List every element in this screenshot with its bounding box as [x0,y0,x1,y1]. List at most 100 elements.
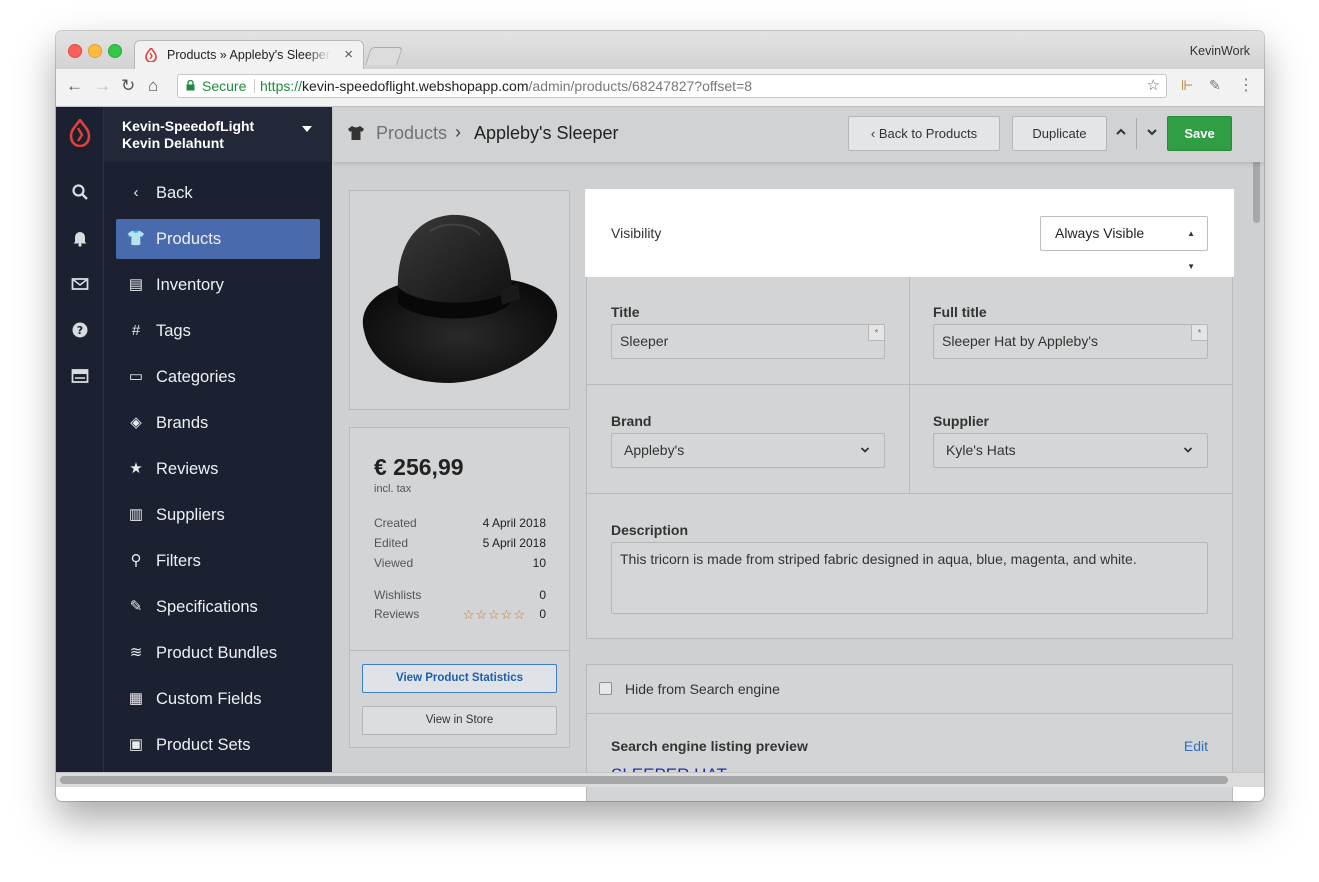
row-divider [587,384,1232,385]
sidebar-item-categories[interactable]: ▭ Categories [116,357,320,397]
url-path: /admin/products/68247827?offset=8 [528,78,753,94]
full-title-input[interactable]: Sleeper Hat by Appleby's * [933,324,1208,359]
help-icon[interactable]: ? [71,321,89,339]
browser-tab[interactable]: Products » Appleby's Sleeper × [134,40,364,69]
chevron-down-icon[interactable] [1146,124,1158,140]
sidebar-item-specifications[interactable]: ✎ Specifications [116,587,320,627]
select-arrows-icon: ▲ ▼ [1187,229,1195,271]
product-image-hat[interactable] [350,191,569,409]
reload-icon[interactable]: ↻ [121,76,135,96]
main-content: Products › Appleby's Sleeper ‹ Back to P… [333,107,1264,801]
required-marker: * [868,325,884,341]
store-switcher[interactable]: Kevin-SpeedofLight Kevin Delahunt [104,107,332,162]
mail-icon[interactable] [71,275,89,293]
horizontal-scrollbar[interactable] [56,772,1264,787]
sidebar-item-product-sets[interactable]: ▣ Product Sets [116,725,320,765]
tab-bar: Products » Appleby's Sleeper × KevinWork [56,31,1264,69]
store-name: Kevin-SpeedofLight [122,118,255,134]
sidebar-item-label: Categories [156,368,236,386]
bell-icon[interactable] [71,229,89,247]
home-icon[interactable]: ⌂ [148,76,158,96]
lock-icon [186,80,195,91]
header-divider [1136,118,1137,149]
maximize-window-button[interactable] [108,44,122,58]
tshirt-icon [348,126,364,140]
chevron-down-icon [1183,434,1193,467]
save-button[interactable]: Save [1167,116,1232,151]
sidebar-item-label: Inventory [156,276,224,294]
seo-divider [587,713,1232,714]
close-window-button[interactable] [68,44,82,58]
stat-value: 10 [532,556,546,570]
sidebar-specifications-icon: ✎ [129,598,143,615]
hide-from-search-checkbox[interactable] [599,682,612,695]
search-icon[interactable] [71,183,89,201]
back-to-products-button[interactable]: ‹ Back to Products [848,116,1000,151]
product-price: € 256,99 [374,454,464,480]
lightspeed-logo-icon[interactable] [69,119,91,147]
view-product-statistics-button[interactable]: View Product Statistics [362,664,557,693]
description-label: Description [611,522,689,538]
product-image-card [349,190,570,410]
sidebar-item-brands[interactable]: ◈ Brands [116,403,320,443]
sidebar-tags-icon: # [131,322,141,339]
title-value: Sleeper [620,333,669,349]
sidebar-item-label: Product Bundles [156,644,278,662]
browser-toolbar: ← → ↻ ⌂ Secure https://kevin-speedofligh… [56,69,1264,107]
minimize-window-button[interactable] [88,44,102,58]
sidebar-item-inventory[interactable]: ▤ Inventory [116,265,320,305]
sidebar-item-tags[interactable]: # Tags [116,311,320,351]
chevron-up-icon[interactable] [1115,124,1127,140]
seo-edit-link[interactable]: Edit [1184,738,1208,754]
bookmark-star-icon[interactable]: ☆ [1147,75,1160,97]
view-in-store-button[interactable]: View in Store [362,706,557,735]
product-summary-card: € 256,99 incl. tax Created 4 April 2018 … [349,427,570,748]
breadcrumb-separator: › [455,122,461,142]
sidebar-item-custom-fields[interactable]: ▦ Custom Fields [116,679,320,719]
sidebar-item-back[interactable]: ‹ Back [116,173,320,213]
caret-down-icon [302,126,312,132]
url-text[interactable]: https://kevin-speedoflight.webshopapp.co… [260,75,752,97]
store-icon[interactable] [71,367,89,385]
sidebar-item-filters[interactable]: ⚲ Filters [116,541,320,581]
extension-icon[interactable]: ⊩ [1181,77,1193,94]
sidebar-item-label: Back [156,184,193,202]
description-textarea[interactable]: This tricorn is made from striped fabric… [611,542,1208,614]
visibility-select[interactable]: Always Visible ▲ ▼ [1040,216,1208,271]
secure-label: Secure [202,78,247,94]
tab-close-icon[interactable]: × [344,46,353,63]
card-divider [350,650,569,651]
sidebar-item-products[interactable]: 👕 Products [116,219,320,259]
brand-select[interactable]: Appleby's [611,433,885,468]
sidebar-item-suppliers[interactable]: ▥ Suppliers [116,495,320,535]
page-title: Appleby's Sleeper [474,123,619,143]
sidebar-product-sets-icon: ▣ [128,736,144,753]
supplier-select[interactable]: Kyle's Hats [933,433,1208,468]
stat-label: Created [374,516,417,530]
back-arrow-icon[interactable]: ← [66,76,83,96]
sidebar-item-label: Specifications [156,598,258,616]
horizontal-scrollbar-thumb[interactable] [60,776,1228,784]
hide-from-search-label[interactable]: Hide from Search engine [625,681,780,697]
forward-arrow-icon[interactable]: → [94,76,111,96]
sidebar-item-label: Reviews [156,460,219,478]
price-note: incl. tax [374,483,412,495]
profile-name[interactable]: KevinWork [1190,44,1250,58]
breadcrumb-parent[interactable]: Products [376,123,447,144]
sidebar-item-label: Tags [156,322,191,340]
new-tab-button[interactable] [365,47,403,65]
svg-text:?: ? [77,324,83,337]
sidebar-item-reviews[interactable]: ★ Reviews [116,449,320,489]
sidebar-item-label: Suppliers [156,506,225,524]
rating-stars-icon: ☆☆☆☆☆ [462,607,526,622]
address-bar[interactable]: Secure https://kevin-speedoflight.websho… [177,74,1167,98]
sidebar-item-product-bundles[interactable]: ≋ Product Bundles [116,633,320,673]
url-scheme: https:// [260,78,303,94]
title-input[interactable]: Sleeper * [611,324,885,359]
eyedropper-icon[interactable]: ✎ [1209,77,1221,94]
browser-menu-icon[interactable]: ⋮ [1238,75,1254,95]
duplicate-button[interactable]: Duplicate [1012,116,1107,151]
store-user: Kevin Delahunt [122,135,224,151]
stat-reviews: Reviews ☆☆☆☆☆ 0 [374,607,546,622]
brand-label: Brand [611,413,652,429]
